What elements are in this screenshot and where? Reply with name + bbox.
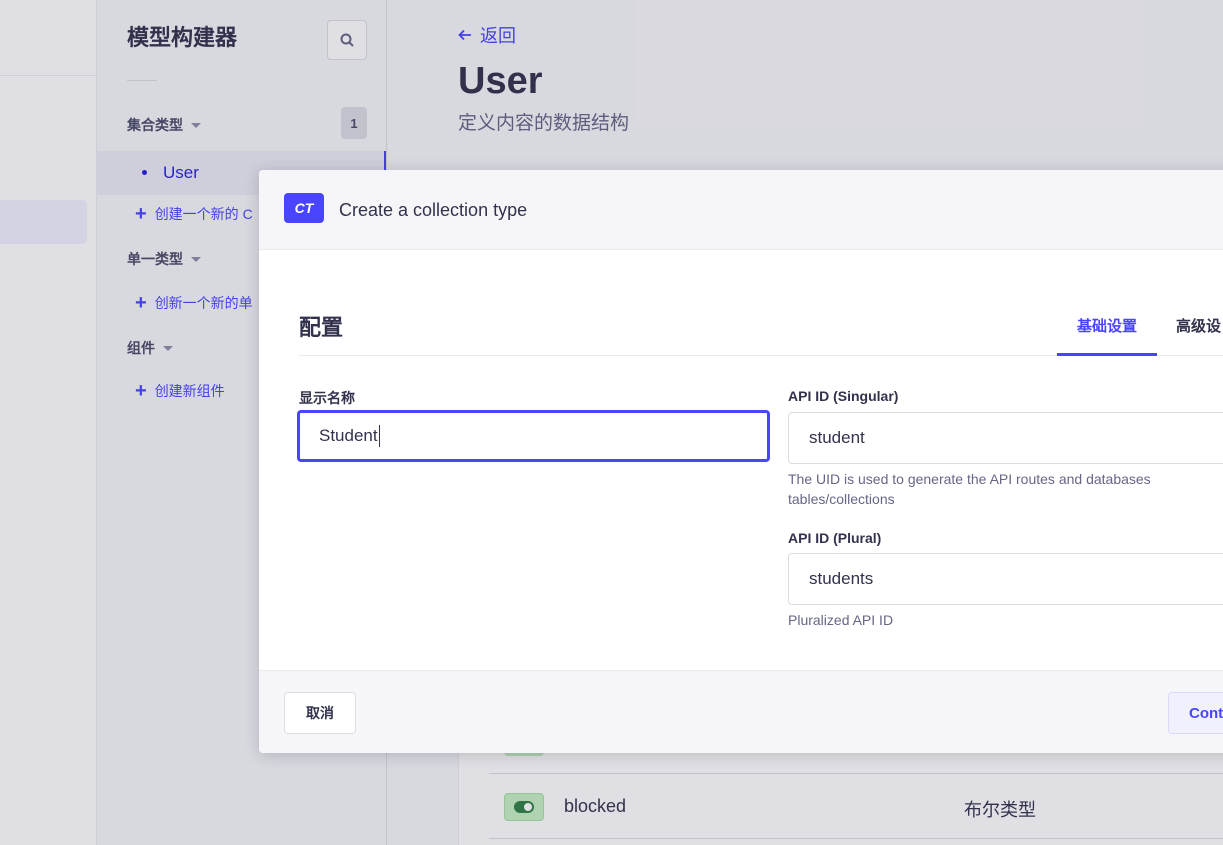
text-cursor [378, 425, 380, 447]
tab-advanced-settings[interactable]: 高级设 [1176, 315, 1221, 336]
section-title: 配置 [299, 315, 344, 340]
api-plural-hint: Pluralized API ID [788, 612, 894, 628]
api-singular-label: API ID (Singular) [788, 388, 899, 404]
active-tab-indicator [1057, 353, 1157, 356]
display-name-label: 显示名称 [299, 390, 355, 406]
input-value: student [809, 428, 865, 447]
api-plural-label: API ID (Plural) [788, 530, 882, 546]
cancel-button[interactable]: 取消 [284, 692, 356, 734]
modal-title: Create a collection type [339, 200, 528, 220]
tab-basic-settings[interactable]: 基础设置 [1077, 315, 1137, 336]
collection-type-badge: CT [284, 193, 324, 223]
display-name-input[interactable]: Student [297, 410, 770, 462]
modal-footer: 取消 Conti [259, 670, 1223, 753]
api-singular-hint: The UID is used to generate the API rout… [788, 471, 1151, 507]
input-value: students [809, 569, 874, 588]
api-plural-input[interactable]: students [788, 553, 1223, 605]
api-singular-input[interactable]: student [788, 412, 1223, 464]
continue-button[interactable]: Conti [1168, 692, 1223, 734]
modal-header: CT Create a collection type [259, 170, 1223, 250]
create-collection-type-modal: CT Create a collection type 配置 基础设置 高级设 … [259, 170, 1223, 753]
input-value: Student [319, 426, 378, 445]
